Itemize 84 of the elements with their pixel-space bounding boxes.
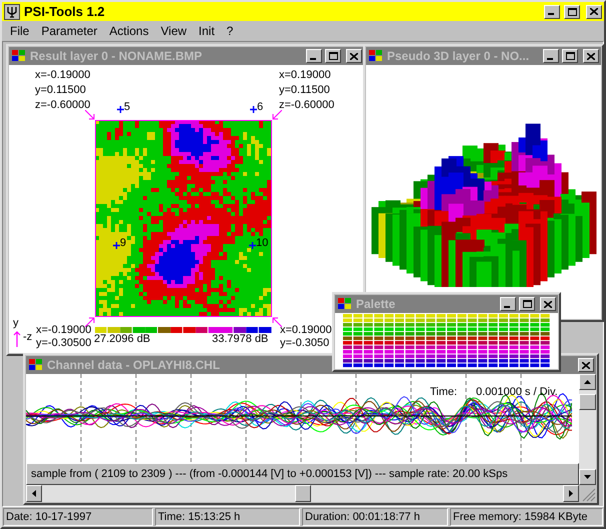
- close-icon: [587, 52, 595, 60]
- plus-marker-icon: [117, 106, 124, 113]
- coordinate-label: y=-0.30500: [36, 337, 92, 350]
- axis-label: -z: [23, 331, 32, 344]
- close-button[interactable]: [346, 49, 362, 63]
- menu-item[interactable]: Init: [192, 22, 221, 40]
- status-text: Time: 15:13:25 h: [158, 510, 240, 525]
- status-text: Date: 10-17-1997: [6, 510, 92, 525]
- window-title: Result layer 0 - NONAME.BMP: [30, 48, 204, 65]
- scrollbar-thumb[interactable]: [579, 394, 596, 410]
- marker-label: 9: [120, 237, 126, 249]
- status-text: Duration: 00:01:18:77 h: [305, 510, 420, 525]
- window-title: Channel data - OPLAYHI8.CHL: [47, 357, 221, 374]
- scroll-down-button[interactable]: [579, 469, 596, 485]
- marker-label: 5: [124, 101, 130, 113]
- scale-min-label: 27.2096 dB: [94, 333, 150, 346]
- scrollbar-thumb[interactable]: [294, 485, 310, 502]
- maximize-icon: [566, 52, 574, 60]
- maximize-button[interactable]: [564, 4, 580, 18]
- minimize-button[interactable]: [500, 297, 516, 311]
- scroll-up-button[interactable]: [579, 374, 596, 390]
- close-button[interactable]: [583, 49, 599, 63]
- coordinate-label: x=0.19000: [280, 324, 332, 337]
- app-title: PSI-Tools 1.2: [24, 2, 106, 21]
- corner-arrow-icon: [272, 317, 282, 327]
- close-button[interactable]: [540, 297, 556, 311]
- corner-arrow-icon: [272, 110, 282, 120]
- maximize-icon: [568, 8, 576, 16]
- close-icon: [582, 362, 590, 368]
- coordinate-label: x=0.19000: [279, 69, 331, 82]
- maximize-button[interactable]: [519, 297, 535, 311]
- window-title: Pseudo 3D layer 0 - NO...: [387, 48, 530, 65]
- four-color-flag-icon: [11, 49, 27, 63]
- minimize-button[interactable]: [544, 4, 560, 18]
- plus-marker-icon: [113, 242, 120, 249]
- maximize-button[interactable]: [325, 49, 341, 63]
- menu-item[interactable]: View: [154, 22, 193, 40]
- corner-arrow-icon: [85, 317, 95, 327]
- scroll-left-button[interactable]: [26, 485, 42, 502]
- right-arrow-icon: [569, 490, 573, 497]
- coordinate-label: z=-0.60000: [279, 99, 334, 112]
- app-icon: [4, 4, 20, 20]
- window-title: Palette: [356, 296, 396, 313]
- close-icon: [544, 300, 552, 308]
- menu-item[interactable]: Parameter: [35, 22, 104, 40]
- four-color-flag-icon: [28, 358, 44, 372]
- menu-item[interactable]: File: [4, 22, 36, 40]
- axis-arrow-icon: [12, 331, 22, 347]
- horizontal-scrollbar[interactable]: [26, 485, 579, 502]
- up-arrow-icon: [584, 380, 591, 384]
- axis-label: y: [13, 317, 18, 330]
- marker-label: 6: [257, 101, 264, 113]
- close-icon: [590, 8, 598, 15]
- left-arrow-icon: [32, 490, 36, 497]
- coordinate-label: y=0.11500: [279, 84, 330, 97]
- menu-item[interactable]: ?: [220, 22, 240, 40]
- plus-marker-icon: [249, 242, 256, 249]
- four-color-flag-icon: [337, 297, 353, 311]
- corner-arrow-icon: [85, 110, 95, 120]
- status-text: Free memory: 15984 KByte: [453, 510, 588, 525]
- sample-info: sample from ( 2109 to 2309 ) --- (from -0.000144 [V] to +0.000153 [V]) --- sample rate: 20.00 kSps: [31, 466, 508, 482]
- menu-item[interactable]: Actions: [103, 22, 155, 40]
- scale-max-label: 33.7978 dB: [212, 333, 268, 346]
- close-icon: [350, 52, 358, 60]
- minimize-button[interactable]: [543, 49, 559, 63]
- marker-label: 10: [256, 237, 268, 249]
- scroll-right-button[interactable]: [563, 485, 579, 502]
- maximize-icon: [328, 52, 338, 60]
- time-label: Time:: [430, 386, 458, 399]
- coordinate-label: x=-0.19000: [36, 324, 92, 337]
- time-per-division: 0.001000 s / Div.: [476, 386, 558, 399]
- close-button[interactable]: [578, 358, 594, 372]
- close-button[interactable]: [586, 4, 602, 18]
- coordinate-label: y=0.11500: [35, 84, 86, 97]
- vertical-scrollbar[interactable]: [579, 374, 596, 485]
- maximize-button[interactable]: [562, 49, 578, 63]
- down-arrow-icon: [584, 475, 591, 479]
- coordinate-label: y=-0.3050: [280, 337, 330, 350]
- coordinate-label: x=-0.19000: [35, 69, 90, 82]
- minimize-button[interactable]: [306, 49, 322, 63]
- coordinate-label: z=-0.60000: [35, 99, 90, 112]
- maximize-icon: [522, 300, 532, 308]
- plus-marker-icon: [250, 106, 257, 113]
- four-color-flag-icon: [368, 49, 384, 63]
